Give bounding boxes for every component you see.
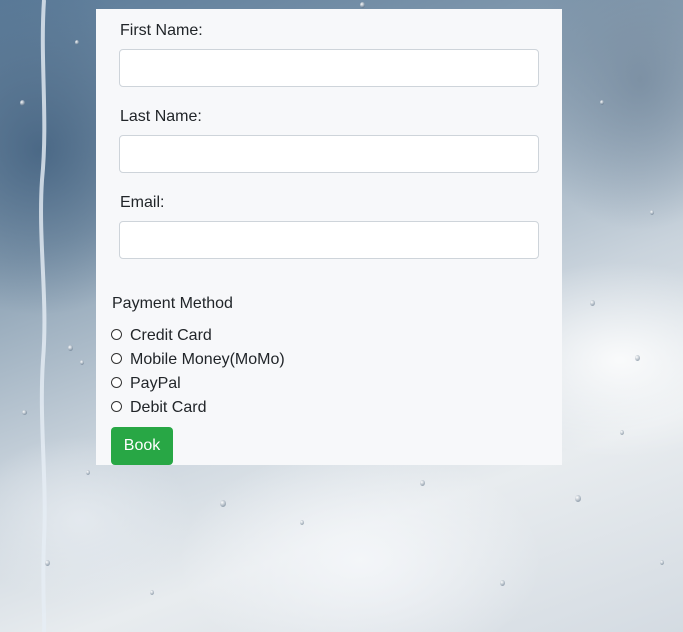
rain-streak-decoration (39, 0, 47, 632)
water-droplet (590, 300, 595, 306)
water-droplet (575, 495, 581, 502)
last-name-input[interactable] (119, 135, 539, 173)
email-label: Email: (120, 194, 165, 211)
water-droplet (660, 560, 664, 565)
water-droplet (86, 470, 90, 475)
payment-option-label: Credit Card (130, 327, 212, 344)
radio-button[interactable] (111, 377, 122, 388)
water-droplet (500, 580, 505, 586)
booking-form-panel: First Name: Last Name: Email: Payment Me… (96, 9, 562, 465)
water-droplet (150, 590, 154, 595)
radio-button[interactable] (111, 353, 122, 364)
payment-option-label: Mobile Money(MoMo) (130, 351, 285, 368)
payment-option-label: Debit Card (130, 399, 207, 416)
last-name-label: Last Name: (120, 108, 202, 125)
water-droplet (650, 210, 654, 215)
radio-button[interactable] (111, 401, 122, 412)
water-droplet (22, 410, 27, 415)
water-droplet (80, 360, 84, 365)
water-droplet (600, 100, 604, 105)
email-input[interactable] (119, 221, 539, 259)
water-droplet (620, 430, 624, 435)
water-droplet (300, 520, 304, 525)
water-droplet (420, 480, 425, 486)
book-button[interactable]: Book (111, 427, 173, 465)
payment-option-paypal[interactable]: PayPal (111, 373, 181, 395)
payment-option-debit-card[interactable]: Debit Card (111, 397, 206, 419)
water-droplet (68, 345, 73, 351)
first-name-label: First Name: (120, 22, 203, 39)
water-droplet (75, 40, 79, 45)
water-droplet (635, 355, 640, 361)
water-droplet (20, 100, 25, 106)
first-name-input[interactable] (119, 49, 539, 87)
water-droplet (220, 500, 226, 507)
water-droplet (360, 2, 365, 8)
payment-option-mobile-money[interactable]: Mobile Money(MoMo) (111, 349, 285, 371)
payment-option-credit-card[interactable]: Credit Card (111, 325, 212, 347)
radio-button[interactable] (111, 329, 122, 340)
payment-option-label: PayPal (130, 375, 181, 392)
payment-method-label: Payment Method (112, 295, 233, 312)
water-droplet (45, 560, 50, 566)
